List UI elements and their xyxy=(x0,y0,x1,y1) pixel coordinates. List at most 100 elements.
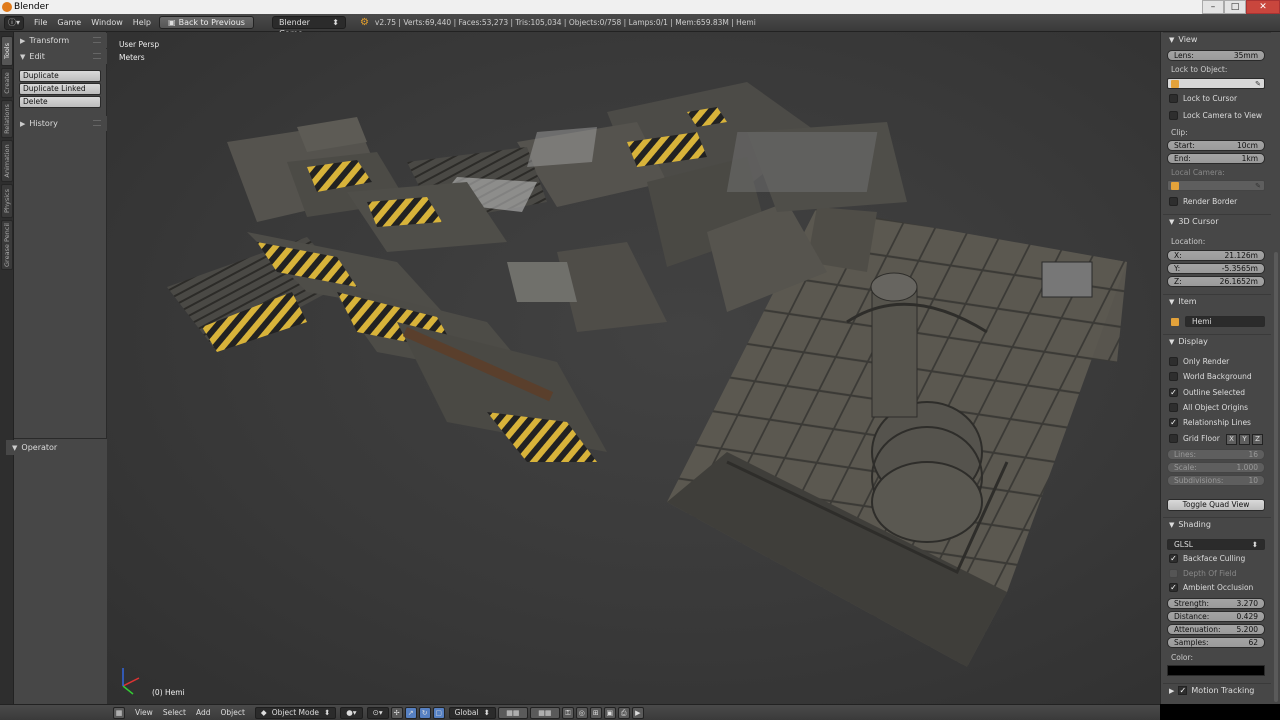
item-name-field[interactable]: Hemi xyxy=(1185,316,1265,327)
panel-3d-cursor-header[interactable]: ▼ 3D Cursor xyxy=(1163,214,1271,228)
tab-physics[interactable]: Physics xyxy=(1,184,13,218)
axis-x-toggle[interactable]: X xyxy=(1226,434,1237,445)
location-label: Location: xyxy=(1171,237,1206,246)
outline-selected-checkbox[interactable]: ✓ Outline Selected xyxy=(1169,388,1245,397)
panel-history-label: History xyxy=(29,119,58,128)
ao-strength-field[interactable]: Strength: 3.270 xyxy=(1167,598,1265,609)
cursor-z-field[interactable]: Z: 26.1652m xyxy=(1167,276,1265,287)
panel-motion-tracking-header[interactable]: ▶ ✓ Motion Tracking xyxy=(1163,683,1271,697)
translate-manipulator-icon[interactable]: ↗ xyxy=(404,706,417,719)
panel-motion-tracking-label: Motion Tracking xyxy=(1191,686,1255,695)
tab-relations[interactable]: Relations xyxy=(1,100,13,138)
3d-viewport[interactable]: User Persp Meters (0) Hemi xyxy=(107,32,1160,704)
tab-animation[interactable]: Animation xyxy=(1,140,13,182)
backface-culling-checkbox[interactable]: ✓ Backface Culling xyxy=(1169,554,1245,563)
render-animation-icon[interactable]: ▶ xyxy=(631,706,644,719)
drag-grip-icon[interactable] xyxy=(93,120,101,126)
eyedropper-icon[interactable]: ✎ xyxy=(1255,80,1261,88)
viewport-shading-select[interactable]: ●▾ xyxy=(340,706,363,719)
cursor-y-field[interactable]: Y: -5.3565m xyxy=(1167,263,1265,274)
menu-object[interactable]: Object xyxy=(220,708,244,717)
properties-scrollbar[interactable] xyxy=(1274,252,1278,702)
minimize-button[interactable]: – xyxy=(1202,0,1224,14)
tab-create[interactable]: Create xyxy=(1,68,13,98)
cursor-x-label: X: xyxy=(1174,251,1182,260)
shading-mode-select[interactable]: GLSL ⬍ xyxy=(1167,539,1265,550)
axis-z-toggle[interactable]: Z xyxy=(1252,434,1263,445)
maximize-button[interactable]: □ xyxy=(1224,0,1246,14)
menu-view[interactable]: View xyxy=(135,708,153,717)
clip-start-field[interactable]: Start: 10cm xyxy=(1167,140,1265,151)
render-border-checkbox[interactable]: Render Border xyxy=(1169,197,1237,206)
panel-transform-header[interactable]: ▶ Transform xyxy=(14,33,107,48)
pivot-point-select[interactable]: ⊙▾ xyxy=(366,706,389,719)
panel-display-header[interactable]: ▼ Display xyxy=(1163,334,1271,348)
mode-select[interactable]: ◆ Object Mode ⬍ xyxy=(254,706,337,719)
view3d-editor-icon[interactable]: ▦ xyxy=(113,706,125,719)
mode-value: Object Mode xyxy=(271,707,319,717)
cursor-x-field[interactable]: X: 21.126m xyxy=(1167,250,1265,261)
lock-object-field[interactable]: ✎ xyxy=(1167,78,1265,89)
grid-scale-label: Scale: xyxy=(1174,463,1197,472)
snap-icon[interactable]: ⊞ xyxy=(589,706,602,719)
menu-add[interactable]: Add xyxy=(196,708,211,717)
shading-mode-value: GLSL xyxy=(1174,540,1193,549)
clip-end-field[interactable]: End: 1km xyxy=(1167,153,1265,164)
world-background-checkbox[interactable]: World Background xyxy=(1169,372,1252,381)
panel-view-header[interactable]: ▼ View xyxy=(1163,32,1271,46)
camera-object-icon xyxy=(1171,181,1179,190)
object-mode-icon: ◆ xyxy=(260,707,267,717)
layers-icon[interactable]: ▦▦ xyxy=(497,706,528,719)
proportional-edit-icon[interactable]: ◎ xyxy=(575,706,588,719)
panel-history-header[interactable]: ▶ History xyxy=(14,116,107,131)
ao-samples-field[interactable]: Samples: 62 xyxy=(1167,637,1265,648)
back-to-previous-button[interactable]: ▣ Back to Previous xyxy=(159,16,254,29)
ao-color-swatch[interactable] xyxy=(1167,665,1265,676)
lock-to-cursor-checkbox[interactable]: Lock to Cursor xyxy=(1169,94,1237,103)
checkmark-icon[interactable]: ✓ xyxy=(1178,686,1188,695)
menu-select[interactable]: Select xyxy=(163,708,186,717)
tool-tabs: Tools Create Relations Animation Physics… xyxy=(0,32,14,704)
all-object-origins-checkbox[interactable]: All Object Origins xyxy=(1169,403,1248,412)
duplicate-button[interactable]: Duplicate xyxy=(19,70,101,82)
tab-animation-label: Animation xyxy=(3,144,11,178)
ambient-occlusion-checkbox[interactable]: ✓ Ambient Occlusion xyxy=(1169,583,1253,592)
ao-attenuation-field[interactable]: Attenuation: 5.200 xyxy=(1167,624,1265,635)
panel-item-header[interactable]: ▼ Item xyxy=(1163,294,1271,308)
menu-window[interactable]: Window xyxy=(91,18,123,27)
panel-edit-header[interactable]: ▼ Edit xyxy=(14,49,107,64)
panel-transform-label: Transform xyxy=(29,36,70,45)
tab-grease-pencil[interactable]: Grease Pencil xyxy=(1,220,13,270)
panel-edit-label: Edit xyxy=(29,52,45,61)
lock-camera-checkbox[interactable]: Lock Camera to View xyxy=(1169,111,1262,120)
panel-shading-header[interactable]: ▼ Shading xyxy=(1163,517,1271,531)
close-button[interactable]: ✕ xyxy=(1246,0,1280,14)
editor-type-button[interactable]: ⓘ▾ xyxy=(4,15,24,30)
render-engine-select[interactable]: Blender Game ⬍ xyxy=(271,16,346,38)
layers-icon-2[interactable]: ▦▦ xyxy=(529,706,560,719)
transform-orientation-select[interactable]: Global ⬍ xyxy=(448,706,496,719)
panel-operator-header[interactable]: ▼ Operator xyxy=(6,440,99,455)
snap-element-icon[interactable]: ▣ xyxy=(603,706,616,719)
axis-y-toggle[interactable]: Y xyxy=(1239,434,1250,445)
menu-game[interactable]: Game xyxy=(57,18,81,27)
lock-layers-icon[interactable]: ⚿ xyxy=(561,706,574,719)
grid-floor-checkbox[interactable]: Grid Floor xyxy=(1169,434,1220,443)
lens-field[interactable]: Lens: 35mm xyxy=(1167,50,1265,61)
menu-help[interactable]: Help xyxy=(133,18,151,27)
delete-button[interactable]: Delete xyxy=(19,96,101,108)
drag-grip-icon[interactable] xyxy=(93,37,101,43)
drag-grip-icon[interactable] xyxy=(93,53,101,59)
rotate-manipulator-icon[interactable]: ↻ xyxy=(418,706,431,719)
manipulator-toggle-icon[interactable]: ✢ xyxy=(390,706,403,719)
render-opengl-icon[interactable]: ⎙ xyxy=(617,706,630,719)
only-render-checkbox[interactable]: Only Render xyxy=(1169,357,1229,366)
scale-manipulator-icon[interactable]: ▢ xyxy=(432,706,445,719)
menu-file[interactable]: File xyxy=(34,18,47,27)
ao-distance-field[interactable]: Distance: 0.429 xyxy=(1167,611,1265,622)
duplicate-linked-button[interactable]: Duplicate Linked xyxy=(19,83,101,95)
relationship-lines-checkbox[interactable]: ✓ Relationship Lines xyxy=(1169,418,1251,427)
clip-end-value: 1km xyxy=(1241,154,1258,163)
toggle-quad-view-button[interactable]: Toggle Quad View xyxy=(1167,499,1265,511)
tab-tools[interactable]: Tools xyxy=(1,36,13,66)
